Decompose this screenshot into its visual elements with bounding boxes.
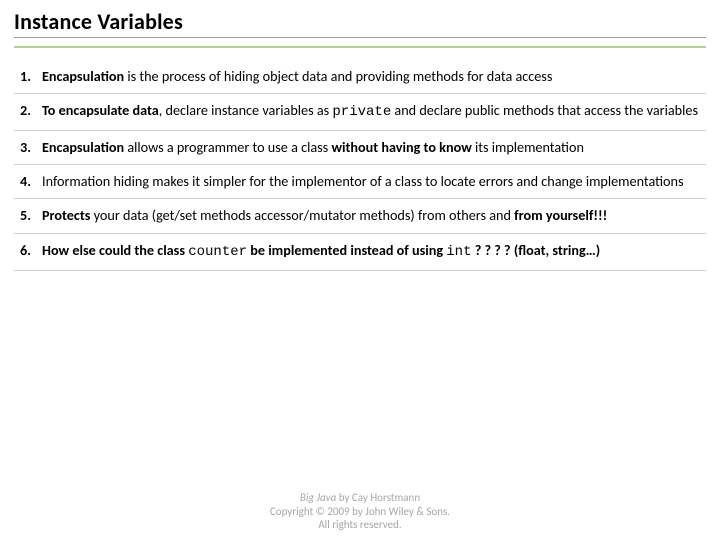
item-number: 4. <box>20 172 42 190</box>
item-number: 5. <box>20 206 42 224</box>
footer-copyright: Copyright © 2009 by John Wiley & Sons. <box>0 505 720 519</box>
numbered-list: 1. Encapsulation is the process of hidin… <box>14 60 706 271</box>
item-number: 1. <box>20 67 42 85</box>
list-item: 3. Encapsulation allows a programmer to … <box>14 131 706 164</box>
item-text: Protects your data (get/set methods acce… <box>42 206 700 224</box>
item-number: 3. <box>20 138 42 156</box>
item-number: 6. <box>20 241 42 259</box>
item-text: Encapsulation allows a programmer to use… <box>42 138 700 156</box>
list-item: 5. Protects your data (get/set methods a… <box>14 199 706 232</box>
footer-rights: All rights reserved. <box>0 518 720 532</box>
item-number: 2. <box>20 101 42 119</box>
accent-rule <box>14 46 706 48</box>
byline: by Cay Horstmann <box>336 491 420 504</box>
page-title: Instance Variables <box>14 8 706 35</box>
list-item: 2. To encapsulate data, declare instance… <box>14 94 706 130</box>
title-underline <box>14 37 706 38</box>
footer-line-1: Big Java by Cay Horstmann <box>0 491 720 505</box>
footer: Big Java by Cay Horstmann Copyright © 20… <box>0 491 720 532</box>
item-text: Information hiding makes it simpler for … <box>42 172 700 190</box>
item-separator <box>14 270 706 271</box>
list-item: 4. Information hiding makes it simpler f… <box>14 165 706 198</box>
book-title: Big Java <box>300 491 336 504</box>
item-text: To encapsulate data, declare instance va… <box>42 101 700 122</box>
list-item: 6. How else could the class counter be i… <box>14 234 706 270</box>
item-text: How else could the class counter be impl… <box>42 241 700 262</box>
item-text: Encapsulation is the process of hiding o… <box>42 67 700 85</box>
list-item: 1. Encapsulation is the process of hidin… <box>14 60 706 93</box>
slide: Instance Variables 1. Encapsulation is t… <box>0 0 720 540</box>
